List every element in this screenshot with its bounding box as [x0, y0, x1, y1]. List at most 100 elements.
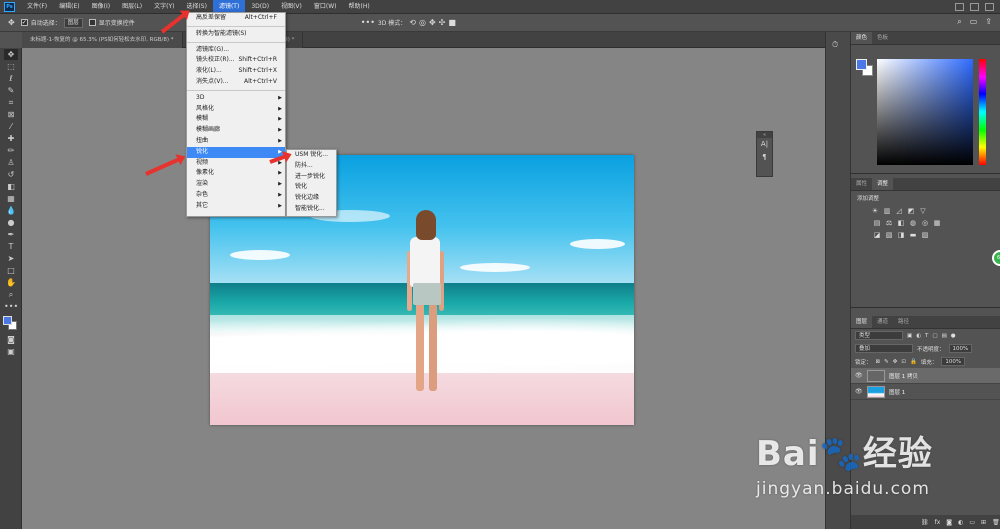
- hue-slider[interactable]: [979, 59, 986, 165]
- auto-select-option[interactable]: ✓ 自动选择： 图层: [20, 17, 83, 28]
- tab-layers[interactable]: 图层: [851, 316, 873, 328]
- menu-item-render[interactable]: 渲染 ▶: [187, 179, 285, 190]
- eraser-tool-icon[interactable]: ◧: [4, 181, 18, 192]
- panel-foreground-swatch[interactable]: [856, 59, 867, 70]
- selective-color-icon[interactable]: ▨: [921, 231, 929, 239]
- filter-smart-icon[interactable]: ▤: [942, 333, 947, 339]
- tab-color[interactable]: 颜色: [851, 32, 873, 44]
- type-tool-icon[interactable]: T: [4, 241, 18, 252]
- pen-tool-icon[interactable]: ✒: [4, 229, 18, 240]
- frame-tool-icon[interactable]: ⊠: [4, 109, 18, 120]
- menu-item-sharpen[interactable]: 锐化 ▶: [187, 146, 285, 158]
- blur-tool-icon[interactable]: 💧: [4, 205, 18, 216]
- show-transform-option[interactable]: 显示变换控件: [88, 18, 135, 27]
- path-select-tool-icon[interactable]: ➤: [4, 253, 18, 264]
- menu-item-liquify[interactable]: 液化(L)... Shift+Ctrl+X: [187, 66, 285, 77]
- lock-pixels-icon[interactable]: ⊠: [876, 359, 881, 365]
- move-tool-icon[interactable]: ✥: [8, 18, 15, 27]
- layer-row[interactable]: 👁 图层 1 拷贝: [851, 368, 1000, 384]
- menu-image[interactable]: 图像(I): [86, 0, 116, 14]
- threshold-icon[interactable]: ◨: [897, 231, 905, 239]
- show-transform-checkbox[interactable]: [88, 19, 96, 26]
- submenu-item-shake-reduction[interactable]: 防抖...: [287, 161, 336, 172]
- clone-stamp-tool-icon[interactable]: ♙: [4, 157, 18, 168]
- opacity-input[interactable]: 100%: [948, 344, 973, 353]
- tab-properties[interactable]: 属性: [851, 178, 872, 190]
- share-icon[interactable]: ⇪: [985, 17, 992, 27]
- auto-select-checkbox[interactable]: ✓: [20, 19, 28, 26]
- brush-tool-icon[interactable]: ✏: [4, 145, 18, 156]
- blend-mode-select[interactable]: 叠加: [855, 344, 913, 353]
- paragraph-icon[interactable]: ¶: [757, 151, 772, 164]
- 3d-roll-icon[interactable]: ◎: [419, 18, 426, 27]
- tab-channels[interactable]: 通道: [872, 316, 893, 328]
- menu-window[interactable]: 窗口(W): [308, 0, 343, 14]
- brightness-icon[interactable]: ☀: [871, 207, 879, 215]
- filter-adjust-icon[interactable]: ◐: [916, 333, 921, 339]
- submenu-item-smart-sharpen[interactable]: 智能锐化...: [287, 204, 336, 215]
- menu-item-distort[interactable]: 扭曲 ▶: [187, 136, 285, 147]
- gradient-tool-icon[interactable]: ▦: [4, 193, 18, 204]
- foreground-color-swatch[interactable]: [3, 316, 12, 325]
- submenu-item-sharpen-more[interactable]: 进一步锐化: [287, 172, 336, 183]
- tab-swatches[interactable]: 色板: [872, 32, 893, 44]
- layer-name[interactable]: 图层 1 拷贝: [889, 372, 918, 380]
- marquee-tool-icon[interactable]: ⬚: [4, 61, 18, 72]
- auto-select-dropdown[interactable]: 图层: [63, 17, 83, 28]
- color-lookup-icon[interactable]: ▦: [933, 219, 941, 227]
- quick-select-tool-icon[interactable]: ✎: [4, 85, 18, 96]
- menu-item-other[interactable]: 其它 ▶: [187, 201, 285, 212]
- dodge-tool-icon[interactable]: ●: [4, 217, 18, 228]
- menu-item-blur-gallery[interactable]: 模糊画廊 ▶: [187, 125, 285, 136]
- tab-paths[interactable]: 路径: [893, 316, 914, 328]
- layer-kind-filter[interactable]: 类型: [855, 331, 903, 340]
- character-icon[interactable]: A|: [757, 138, 772, 151]
- menu-item-3d[interactable]: 3D ▶: [187, 93, 285, 104]
- submenu-item-unsharp-mask[interactable]: USM 锐化...: [287, 150, 336, 161]
- hue-saturation-icon[interactable]: ▤: [873, 219, 881, 227]
- close-icon[interactable]: [985, 2, 994, 11]
- menu-item-stylize[interactable]: 风格化 ▶: [187, 104, 285, 115]
- menu-item-high-pass[interactable]: 高反差保留 Alt+Ctrl+F: [187, 13, 285, 24]
- color-swatches[interactable]: [0, 313, 22, 333]
- lock-brush-icon[interactable]: ✎: [884, 359, 889, 365]
- add-mask-icon[interactable]: ◙: [946, 519, 952, 526]
- link-layers-icon[interactable]: ⛓: [921, 519, 929, 526]
- filter-shape-icon[interactable]: ▢: [932, 333, 937, 339]
- healing-brush-tool-icon[interactable]: ✚: [4, 133, 18, 144]
- new-group-icon[interactable]: ▭: [969, 519, 975, 526]
- invert-icon[interactable]: ◪: [873, 231, 881, 239]
- 3d-camera-icon[interactable]: ■: [448, 18, 456, 27]
- more-options-icon[interactable]: •••: [361, 18, 375, 27]
- minimize-icon[interactable]: [955, 2, 964, 11]
- menu-file[interactable]: 文件(F): [21, 0, 53, 14]
- levels-icon[interactable]: ▥: [883, 207, 891, 215]
- restore-icon[interactable]: [970, 2, 979, 11]
- menu-help[interactable]: 帮助(H): [343, 0, 376, 14]
- menu-layer[interactable]: 图层(L): [116, 0, 148, 14]
- posterize-icon[interactable]: ▧: [885, 231, 893, 239]
- layer-style-icon[interactable]: fx: [935, 519, 941, 526]
- tab-adjustments[interactable]: 调整: [872, 178, 894, 190]
- menu-edit[interactable]: 编辑(E): [53, 0, 85, 14]
- layer-name[interactable]: 图层 1: [889, 388, 905, 396]
- lock-artboard-icon[interactable]: ⊡: [901, 359, 906, 365]
- 3d-slide-icon[interactable]: ✣: [439, 18, 446, 27]
- move-tool-icon[interactable]: ✥: [4, 49, 18, 60]
- new-adjustment-icon[interactable]: ◐: [958, 519, 963, 526]
- menu-item-vanishing-point[interactable]: 消失点(V)... Alt+Ctrl+V: [187, 77, 285, 88]
- eyedropper-tool-icon[interactable]: ⁄: [4, 121, 18, 132]
- filter-toggle-icon[interactable]: ●: [951, 333, 956, 339]
- new-layer-icon[interactable]: ⊞: [981, 519, 986, 526]
- menu-item-filter-gallery[interactable]: 滤镜库(G)...: [187, 45, 285, 56]
- photo-filter-icon[interactable]: ◍: [909, 219, 917, 227]
- canvas-area[interactable]: [22, 48, 825, 529]
- menu-item-pixelate[interactable]: 像素化 ▶: [187, 168, 285, 179]
- quick-mask-icon[interactable]: ◙: [4, 334, 18, 345]
- 3d-pan-icon[interactable]: ✥: [429, 18, 436, 27]
- submenu-item-sharpen-edges[interactable]: 锐化边缘: [287, 193, 336, 204]
- filter-type-icon[interactable]: T: [925, 333, 928, 339]
- layer-row[interactable]: 👁 图层 1: [851, 384, 1000, 400]
- fill-input[interactable]: 100%: [941, 357, 966, 366]
- menu-item-lens-correction[interactable]: 镜头校正(R)... Shift+Ctrl+R: [187, 55, 285, 66]
